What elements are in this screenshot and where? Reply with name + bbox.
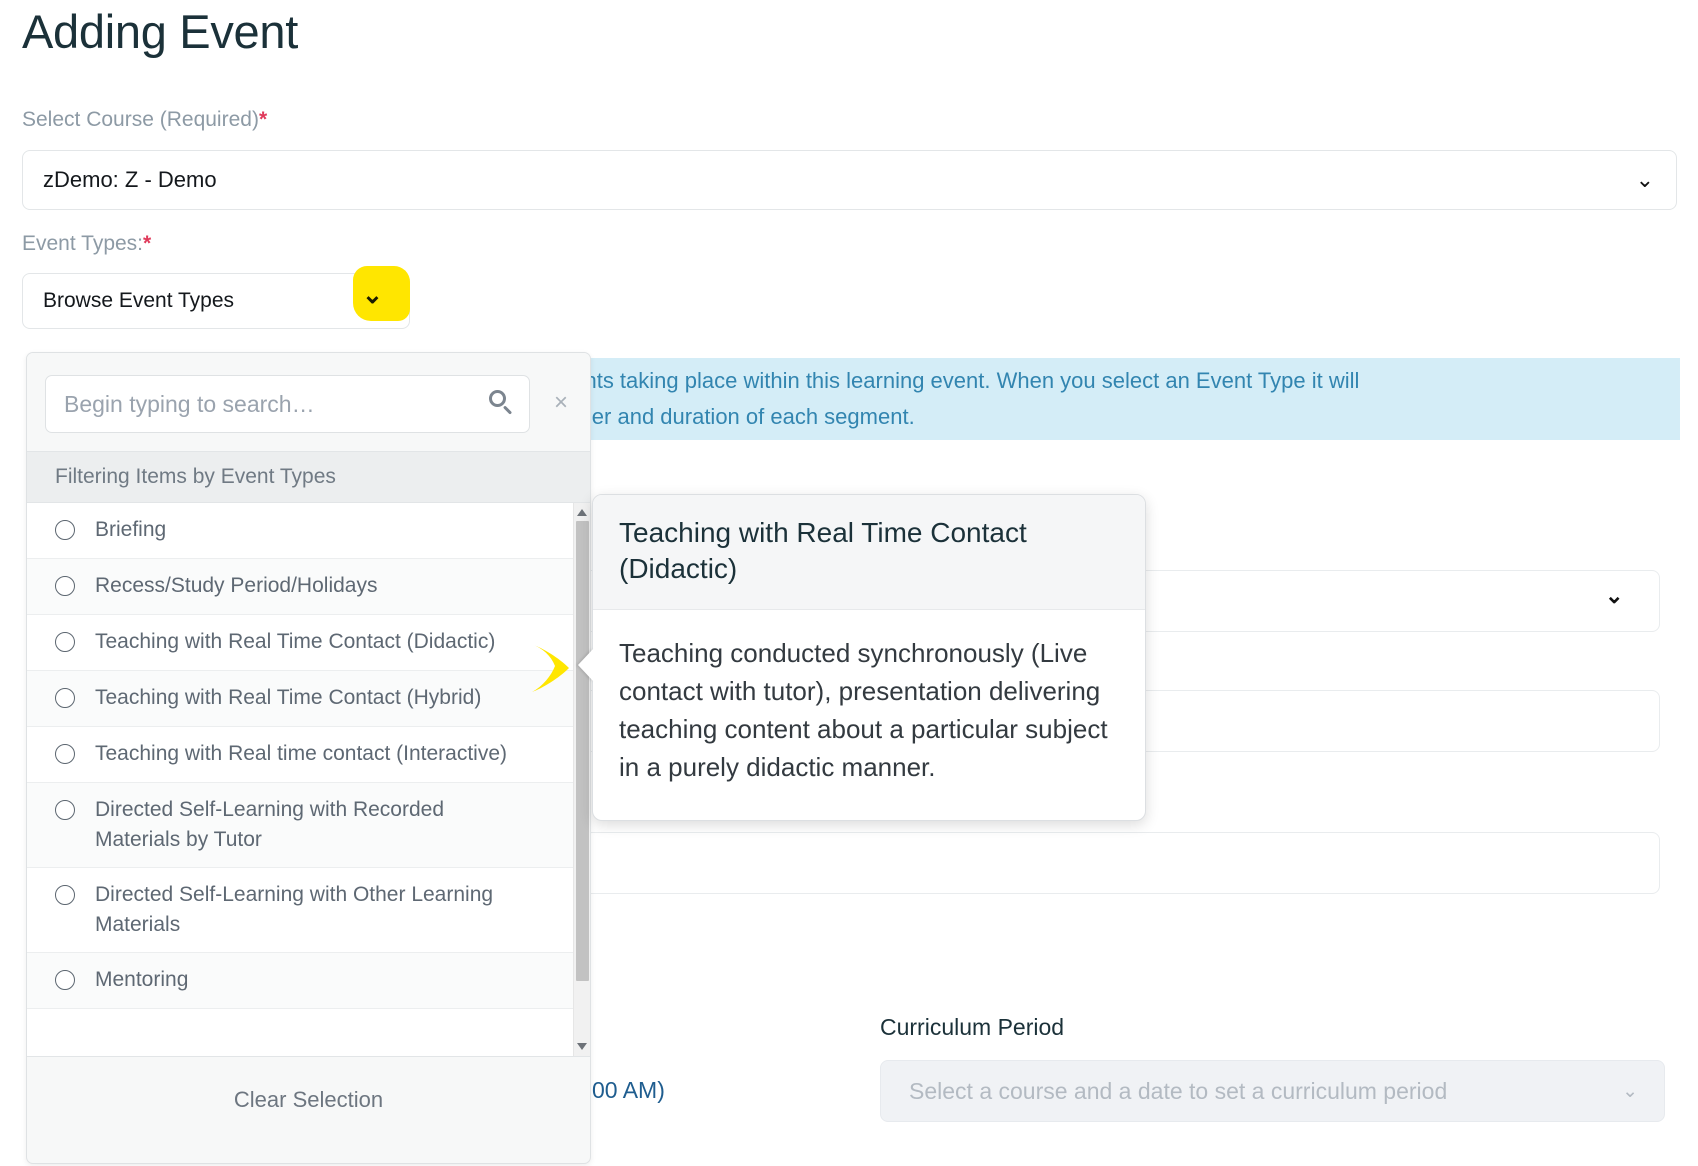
- info-banner-line-2: order and duration of each segment.: [560, 404, 915, 429]
- chevron-down-icon[interactable]: ⌄: [362, 283, 383, 308]
- info-banner: nents taking place within this learning …: [520, 358, 1680, 440]
- radio-icon[interactable]: [55, 744, 75, 764]
- scrollbar-thumb[interactable]: [576, 521, 589, 981]
- list-item[interactable]: Mentoring: [27, 953, 590, 1009]
- clear-search-icon[interactable]: ×: [554, 391, 568, 415]
- page-title: Adding Event: [22, 5, 298, 58]
- radio-icon[interactable]: [55, 885, 75, 905]
- event-types-dropdown-trigger[interactable]: Browse Event Types: [22, 273, 410, 329]
- curriculum-period-select[interactable]: Select a course and a date to set a curr…: [880, 1060, 1665, 1122]
- event-types-value: Browse Event Types: [43, 289, 235, 312]
- select-course-value: zDemo: Z - Demo: [43, 167, 217, 192]
- search-icon: [489, 390, 513, 415]
- list-item-label: Teaching with Real Time Contact (Didacti…: [95, 630, 496, 653]
- chevron-down-icon[interactable]: ⌄: [1605, 585, 1623, 607]
- required-asterisk: *: [258, 108, 268, 131]
- event-types-label-text: Event Types:: [22, 232, 144, 255]
- event-type-tooltip: Teaching with Real Time Contact (Didacti…: [592, 494, 1146, 821]
- list-item[interactable]: Teaching with Real time contact (Interac…: [27, 727, 590, 783]
- radio-icon[interactable]: [55, 688, 75, 708]
- radio-icon[interactable]: [55, 800, 75, 820]
- dropdown-scrollbar[interactable]: [573, 503, 590, 1056]
- highlight-arrow-marker: [529, 642, 573, 694]
- list-item[interactable]: Directed Self-Learning with Other Learni…: [27, 868, 590, 953]
- scroll-down-arrow-icon[interactable]: [577, 1043, 587, 1050]
- adding-event-page: Adding Event Select Course (Required)* z…: [0, 0, 1698, 1166]
- tooltip-caret: [578, 648, 594, 682]
- curriculum-period-label: Curriculum Period: [880, 1014, 1065, 1040]
- list-item-label: Teaching with Real Time Contact (Hybrid): [95, 686, 482, 709]
- event-types-list: Briefing Recess/Study Period/Holidays Te…: [27, 503, 590, 1056]
- chevron-down-icon: ⌄: [1622, 1080, 1638, 1102]
- list-item[interactable]: Directed Self-Learning with Recorded Mat…: [27, 783, 590, 868]
- radio-icon[interactable]: [55, 970, 75, 990]
- list-item-label: Briefing: [95, 518, 167, 541]
- list-item[interactable]: Briefing: [27, 503, 590, 559]
- scroll-up-arrow-icon[interactable]: [577, 509, 587, 516]
- list-item-label: Directed Self-Learning with Recorded Mat…: [95, 798, 445, 851]
- chevron-down-icon: ⌄: [1635, 167, 1654, 192]
- dropdown-search-area: ×: [27, 353, 590, 451]
- radio-icon[interactable]: [55, 632, 75, 652]
- required-asterisk: *: [143, 232, 152, 255]
- time-text-fragment: 00 AM): [592, 1077, 665, 1103]
- search-input[interactable]: [46, 376, 456, 432]
- clear-selection-button[interactable]: Clear Selection: [27, 1056, 590, 1142]
- select-course-label: Select Course (Required)*: [22, 108, 267, 132]
- list-item[interactable]: Teaching with Real Time Contact (Didacti…: [27, 615, 590, 671]
- radio-icon[interactable]: [55, 520, 75, 540]
- select-course-dropdown[interactable]: zDemo: Z - Demo ⌄: [22, 150, 1677, 210]
- search-field-wrapper[interactable]: [45, 375, 530, 433]
- select-course-label-text: Select Course (Required): [22, 108, 259, 131]
- tooltip-body: Teaching conducted synchronously (Live c…: [619, 638, 1108, 782]
- event-types-dropdown-panel: × Filtering Items by Event Types Briefin…: [26, 352, 591, 1164]
- event-types-label: Event Types:*: [22, 232, 151, 256]
- list-item[interactable]: Teaching with Real Time Contact (Hybrid): [27, 671, 590, 727]
- list-item-label: Directed Self-Learning with Other Learni…: [95, 883, 494, 936]
- list-item-label: Mentoring: [95, 968, 189, 991]
- list-item-label: Teaching with Real time contact (Interac…: [95, 742, 508, 765]
- curriculum-period-placeholder: Select a course and a date to set a curr…: [909, 1077, 1448, 1104]
- list-item-label: Recess/Study Period/Holidays: [95, 574, 378, 597]
- info-banner-line-1: nents taking place within this learning …: [560, 368, 1360, 393]
- list-item[interactable]: Recess/Study Period/Holidays: [27, 559, 590, 615]
- dropdown-group-header: Filtering Items by Event Types: [27, 451, 590, 503]
- radio-icon[interactable]: [55, 576, 75, 596]
- tooltip-title: Teaching with Real Time Contact (Didacti…: [593, 495, 1145, 610]
